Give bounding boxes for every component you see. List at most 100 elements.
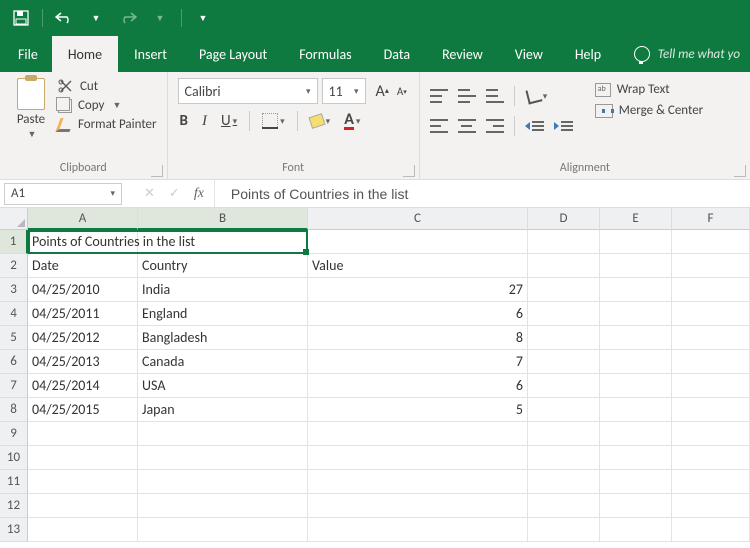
undo-dropdown-icon[interactable]: ▼	[83, 5, 109, 31]
file-tab[interactable]: File	[4, 36, 52, 72]
col-header-a[interactable]: A	[28, 208, 138, 230]
cell[interactable]: Points of Countries in the list	[28, 230, 138, 254]
decrease-font-button[interactable]: A▾	[395, 83, 409, 100]
cell[interactable]: Date	[28, 254, 138, 278]
cell[interactable]	[672, 494, 750, 518]
cell[interactable]	[672, 374, 750, 398]
cell[interactable]	[28, 494, 138, 518]
cell[interactable]	[528, 470, 600, 494]
cell[interactable]	[528, 422, 600, 446]
row-header-4[interactable]: 4	[0, 302, 28, 326]
bold-button[interactable]: B	[178, 110, 190, 132]
align-bottom-button[interactable]	[486, 89, 504, 103]
increase-indent-button[interactable]	[554, 121, 573, 131]
cell[interactable]	[672, 230, 750, 254]
borders-button[interactable]: ▾	[260, 111, 287, 131]
paste-button[interactable]: Paste ▼	[10, 78, 52, 159]
select-all-corner[interactable]	[0, 208, 28, 230]
row-header-13[interactable]: 13	[0, 518, 28, 542]
redo-dropdown-icon[interactable]: ▼	[147, 5, 173, 31]
cell[interactable]: 04/25/2012	[28, 326, 138, 350]
cell[interactable]	[528, 446, 600, 470]
cell[interactable]	[672, 470, 750, 494]
cell[interactable]	[528, 254, 600, 278]
customize-qat-icon[interactable]: ▼	[190, 5, 216, 31]
cell[interactable]: 27	[308, 278, 528, 302]
cell[interactable]	[672, 446, 750, 470]
align-center-button[interactable]	[458, 119, 476, 133]
cell[interactable]	[672, 350, 750, 374]
row-header-6[interactable]: 6	[0, 350, 28, 374]
col-header-f[interactable]: F	[672, 208, 750, 230]
cell[interactable]: England	[138, 302, 308, 326]
cell[interactable]	[138, 470, 308, 494]
cell[interactable]	[672, 254, 750, 278]
col-header-e[interactable]: E	[600, 208, 672, 230]
cell[interactable]	[308, 470, 528, 494]
cell[interactable]	[28, 518, 138, 542]
align-top-button[interactable]	[430, 89, 448, 103]
cell[interactable]	[528, 518, 600, 542]
cell[interactable]	[672, 278, 750, 302]
cell[interactable]	[138, 446, 308, 470]
col-header-d[interactable]: D	[528, 208, 600, 230]
undo-icon[interactable]	[51, 5, 77, 31]
tab-review[interactable]: Review	[426, 36, 499, 72]
row-header-2[interactable]: 2	[0, 254, 28, 278]
cell[interactable]: 04/25/2010	[28, 278, 138, 302]
dialog-launcher-icon[interactable]	[151, 165, 163, 177]
cell[interactable]	[672, 398, 750, 422]
name-box[interactable]: A1 ▾	[4, 183, 122, 205]
cell[interactable]	[600, 374, 672, 398]
cell[interactable]	[528, 398, 600, 422]
cell[interactable]	[600, 350, 672, 374]
cell[interactable]: Canada	[138, 350, 308, 374]
cell[interactable]	[308, 422, 528, 446]
fill-color-button[interactable]: ▾	[308, 113, 333, 129]
cell[interactable]	[28, 470, 138, 494]
row-header-5[interactable]: 5	[0, 326, 28, 350]
cancel-icon[interactable]: ✕	[144, 186, 155, 201]
enter-icon[interactable]: ✓	[169, 186, 180, 201]
dialog-launcher-icon[interactable]	[403, 165, 415, 177]
cell[interactable]	[308, 230, 528, 254]
cell[interactable]	[138, 518, 308, 542]
cell[interactable]	[600, 494, 672, 518]
cell[interactable]	[528, 230, 600, 254]
cell[interactable]	[308, 518, 528, 542]
cell[interactable]	[600, 470, 672, 494]
cell[interactable]	[138, 422, 308, 446]
cell[interactable]	[600, 518, 672, 542]
cell[interactable]	[600, 254, 672, 278]
cell[interactable]	[672, 302, 750, 326]
cell[interactable]: 5	[308, 398, 528, 422]
cell[interactable]: Bangladesh	[138, 326, 308, 350]
tab-view[interactable]: View	[499, 36, 559, 72]
tab-formulas[interactable]: Formulas	[283, 36, 367, 72]
row-header-3[interactable]: 3	[0, 278, 28, 302]
row-header-8[interactable]: 8	[0, 398, 28, 422]
save-icon[interactable]	[8, 5, 34, 31]
increase-font-button[interactable]: A▴	[374, 80, 391, 103]
cell[interactable]	[528, 302, 600, 326]
cut-button[interactable]: Cut	[58, 78, 157, 94]
cell[interactable]: Value	[308, 254, 528, 278]
cell[interactable]	[308, 494, 528, 518]
cell[interactable]	[528, 350, 600, 374]
cell[interactable]	[28, 422, 138, 446]
cell[interactable]	[672, 326, 750, 350]
redo-icon[interactable]	[115, 5, 141, 31]
cell[interactable]	[600, 326, 672, 350]
orientation-button[interactable]: ▾	[525, 87, 550, 105]
cell[interactable]: USA	[138, 374, 308, 398]
formula-input[interactable]	[229, 185, 750, 203]
merge-center-button[interactable]: Merge & Center	[595, 103, 704, 118]
cell[interactable]: 8	[308, 326, 528, 350]
italic-button[interactable]: I	[200, 111, 209, 132]
cell[interactable]: 04/25/2013	[28, 350, 138, 374]
cell[interactable]: Country	[138, 254, 308, 278]
insert-function-button[interactable]: fx	[194, 186, 204, 202]
row-header-9[interactable]: 9	[0, 422, 28, 446]
tab-help[interactable]: Help	[559, 36, 617, 72]
font-color-button[interactable]: A▾	[342, 111, 362, 132]
